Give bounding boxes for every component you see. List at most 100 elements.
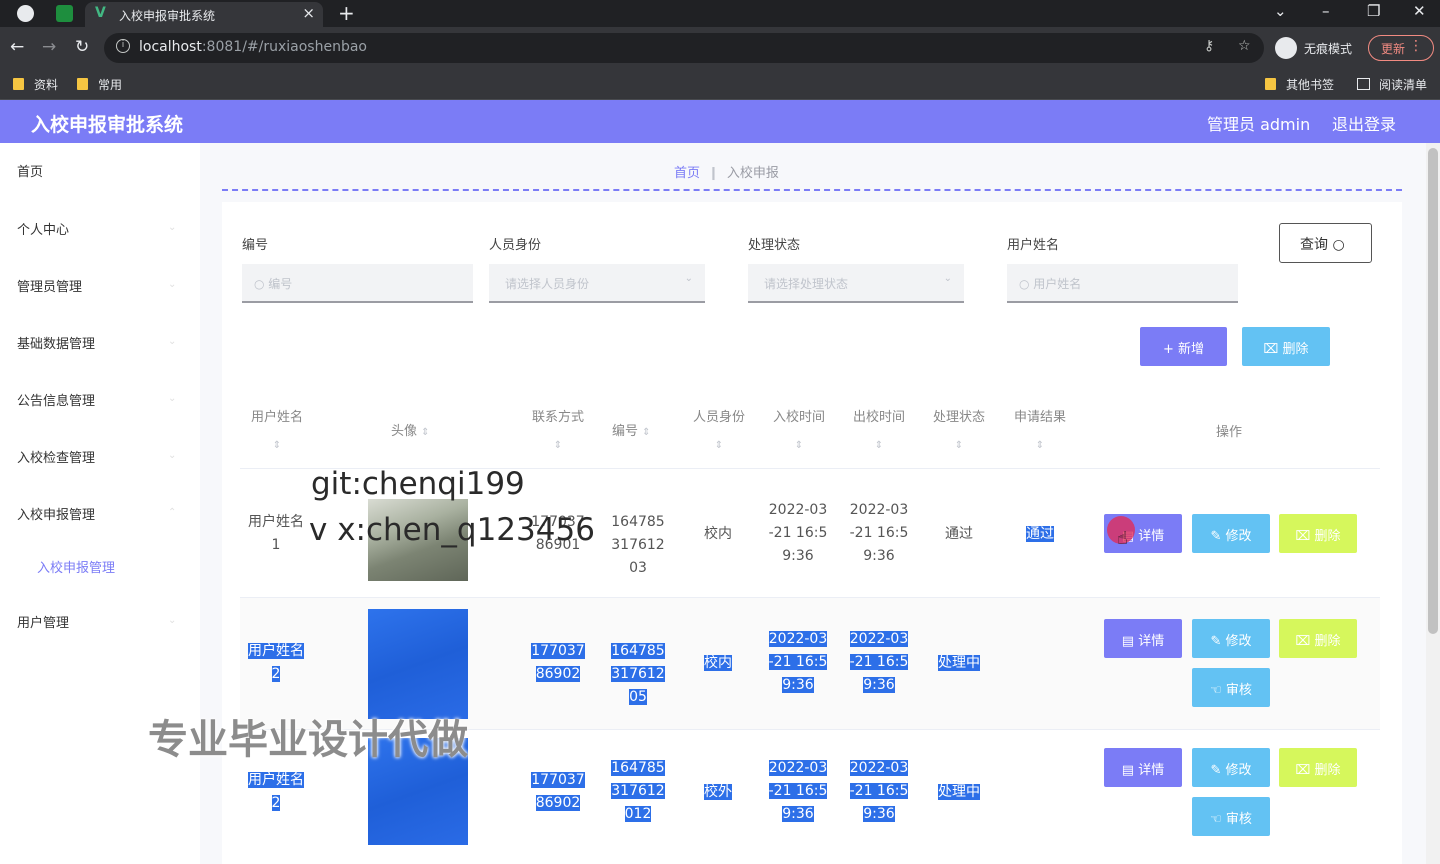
sidebar-subitem-declare[interactable]: 入校申报管理 xyxy=(37,557,115,576)
forward-icon[interactable]: → xyxy=(42,37,56,57)
column-header-code[interactable]: 编号 ⇕ xyxy=(612,420,651,439)
sidebar-item-profile[interactable]: 个人中心 xyxy=(17,219,69,238)
column-header-result[interactable]: 申请结果 ⇕ xyxy=(1011,404,1069,460)
bookmark-folder[interactable]: 常用 xyxy=(77,76,122,93)
sort-icon[interactable]: ⇕ xyxy=(642,427,650,438)
column-header-username[interactable]: 用户姓名 ⇕ xyxy=(249,404,305,460)
app-header: 入校申报审批系统 管理员 admin 退出登录 xyxy=(0,100,1440,143)
placeholder-text: 编号 xyxy=(268,277,293,291)
delete-button[interactable]: ⌧ 删除 xyxy=(1279,619,1357,658)
current-user: 管理员 admin xyxy=(1207,115,1311,134)
cell-result: 通过 xyxy=(1026,526,1054,542)
cell-enter-time: 2022-03-21 16:59:36 xyxy=(768,502,828,564)
cell-enter-time: 2022-03-21 16:59:36 xyxy=(768,631,828,693)
column-header-status[interactable]: 处理状态 ⇕ xyxy=(930,404,988,460)
breadcrumb-home[interactable]: 首页 xyxy=(674,166,700,181)
back-icon[interactable]: ← xyxy=(10,37,24,57)
restore-icon[interactable]: ❐ xyxy=(1367,2,1380,20)
sidebar-item-basedata[interactable]: 基础数据管理 xyxy=(17,333,95,352)
tab-close-icon[interactable]: × xyxy=(302,4,315,22)
header-label: 入校时间 xyxy=(772,410,825,425)
cell-code: 16478531761205 xyxy=(611,643,665,705)
audit-button[interactable]: ☜ 审核 xyxy=(1192,797,1270,836)
trash-icon: ⌧ xyxy=(1295,763,1315,778)
batch-delete-button[interactable]: ⌧ 删除 xyxy=(1242,327,1330,366)
identity-select[interactable]: 请选择人员身份 ⌄ xyxy=(489,264,705,303)
sort-icon[interactable]: ⇕ xyxy=(930,432,988,460)
hand-icon: ☜ xyxy=(1210,683,1226,698)
code-input[interactable]: ○ 编号 xyxy=(242,264,473,303)
more-menu-icon[interactable]: ⋮ xyxy=(1409,38,1423,54)
watermark-git: git:chenqi199 xyxy=(311,466,525,502)
browser-menu-icon[interactable] xyxy=(17,5,34,22)
sidebar-item-declare[interactable]: 入校申报管理 xyxy=(17,504,95,523)
edit-label: 修改 xyxy=(1225,529,1252,544)
pencil-icon: ✎ xyxy=(1210,634,1226,649)
sidebar-item-users[interactable]: 用户管理 xyxy=(17,612,69,631)
chevron-up-icon: ⌃ xyxy=(168,507,177,518)
header-label: 处理状态 xyxy=(932,410,985,425)
status-placeholder: 请选择处理状态 xyxy=(764,277,849,291)
app-favicon-icon[interactable] xyxy=(56,5,73,22)
document-icon: ▤ xyxy=(1121,634,1139,649)
column-header-enter-time[interactable]: 入校时间 ⇕ xyxy=(770,404,828,460)
password-key-icon[interactable]: ⚷ xyxy=(1204,38,1214,54)
column-header-leave-time[interactable]: 出校时间 ⇕ xyxy=(850,404,908,460)
bookmark-star-icon[interactable]: ☆ xyxy=(1238,38,1251,54)
detail-button[interactable]: ▤ 详情 xyxy=(1104,619,1182,658)
sort-icon[interactable]: ⇕ xyxy=(249,432,305,460)
query-button[interactable]: 查询 ○ xyxy=(1279,223,1372,263)
logout-link[interactable]: 退出登录 xyxy=(1332,111,1396,135)
cell-leave-time: 2022-03-21 16:59:36 xyxy=(849,631,909,693)
bookmark-folder[interactable]: 资料 xyxy=(13,76,58,93)
other-bookmarks[interactable]: 其他书签 xyxy=(1265,76,1334,93)
reload-icon[interactable]: ↻ xyxy=(75,37,89,57)
edit-button[interactable]: ✎ 修改 xyxy=(1192,619,1270,658)
browser-toolbar: ← → ↻ i localhost:8081/#/ruxiaoshenbao ⚷… xyxy=(0,27,1440,69)
sort-icon[interactable]: ⇕ xyxy=(1011,432,1069,460)
scrollbar-thumb[interactable] xyxy=(1428,148,1438,634)
edit-label: 修改 xyxy=(1225,634,1252,649)
update-button[interactable]: 更新 ⋮ xyxy=(1368,35,1434,61)
sort-icon[interactable]: ⇕ xyxy=(850,432,908,460)
detail-button[interactable]: ▤ 详情 xyxy=(1104,748,1182,787)
username-input[interactable]: ○ 用户姓名 xyxy=(1007,264,1238,303)
incognito-icon[interactable] xyxy=(1275,37,1297,59)
sidebar-item-checks[interactable]: 入校检查管理 xyxy=(17,447,95,466)
reading-list[interactable]: 阅读清单 xyxy=(1357,76,1427,93)
column-header-identity[interactable]: 人员身份 ⇕ xyxy=(690,404,748,460)
tab-search-icon[interactable]: ⌄ xyxy=(1274,2,1287,20)
sort-icon[interactable]: ⇕ xyxy=(421,427,429,438)
update-label: 更新 xyxy=(1381,42,1406,56)
address-bar[interactable]: i localhost:8081/#/ruxiaoshenbao ⚷ ☆ xyxy=(104,33,1264,63)
cell-username: 用户姓名2 xyxy=(248,643,304,682)
column-header-phone[interactable]: 联系方式 ⇕ xyxy=(529,404,587,460)
delete-button[interactable]: ⌧ 删除 xyxy=(1279,748,1357,787)
chevron-down-icon: ⌄ xyxy=(684,273,693,284)
site-info-icon[interactable]: i xyxy=(116,39,130,53)
add-button[interactable]: + 新增 xyxy=(1140,327,1227,366)
sidebar-item-admin[interactable]: 管理员管理 xyxy=(17,276,82,295)
minimize-icon[interactable]: – xyxy=(1322,2,1330,20)
close-window-icon[interactable]: ✕ xyxy=(1413,2,1426,20)
cell-identity: 校内 xyxy=(704,655,732,671)
sidebar-item-home[interactable]: 首页 xyxy=(17,161,43,180)
bookmarks-bar: 资料 常用 其他书签 阅读清单 xyxy=(0,69,1440,100)
browser-tab-active[interactable]: V 入校申报审批系统 × xyxy=(85,2,323,27)
sidebar-item-notice[interactable]: 公告信息管理 xyxy=(17,390,95,409)
sort-icon[interactable]: ⇕ xyxy=(690,432,748,460)
incognito-label: 无痕模式 xyxy=(1304,42,1353,56)
header-label: 联系方式 xyxy=(531,410,584,425)
new-tab-icon[interactable]: + xyxy=(338,1,355,25)
edit-button[interactable]: ✎ 修改 xyxy=(1192,514,1270,553)
sort-icon[interactable]: ⇕ xyxy=(529,432,587,460)
column-header-avatar[interactable]: 头像 ⇕ xyxy=(391,420,430,439)
status-select[interactable]: 请选择处理状态 ⌄ xyxy=(748,264,964,303)
audit-button[interactable]: ☜ 审核 xyxy=(1192,668,1270,707)
sort-icon[interactable]: ⇕ xyxy=(770,432,828,460)
trash-icon: ⌧ xyxy=(1295,634,1315,649)
delete-button[interactable]: ⌧ 删除 xyxy=(1279,514,1357,553)
trash-icon: ⌧ xyxy=(1263,342,1283,357)
breadcrumb-divider xyxy=(222,189,1402,191)
edit-button[interactable]: ✎ 修改 xyxy=(1192,748,1270,787)
